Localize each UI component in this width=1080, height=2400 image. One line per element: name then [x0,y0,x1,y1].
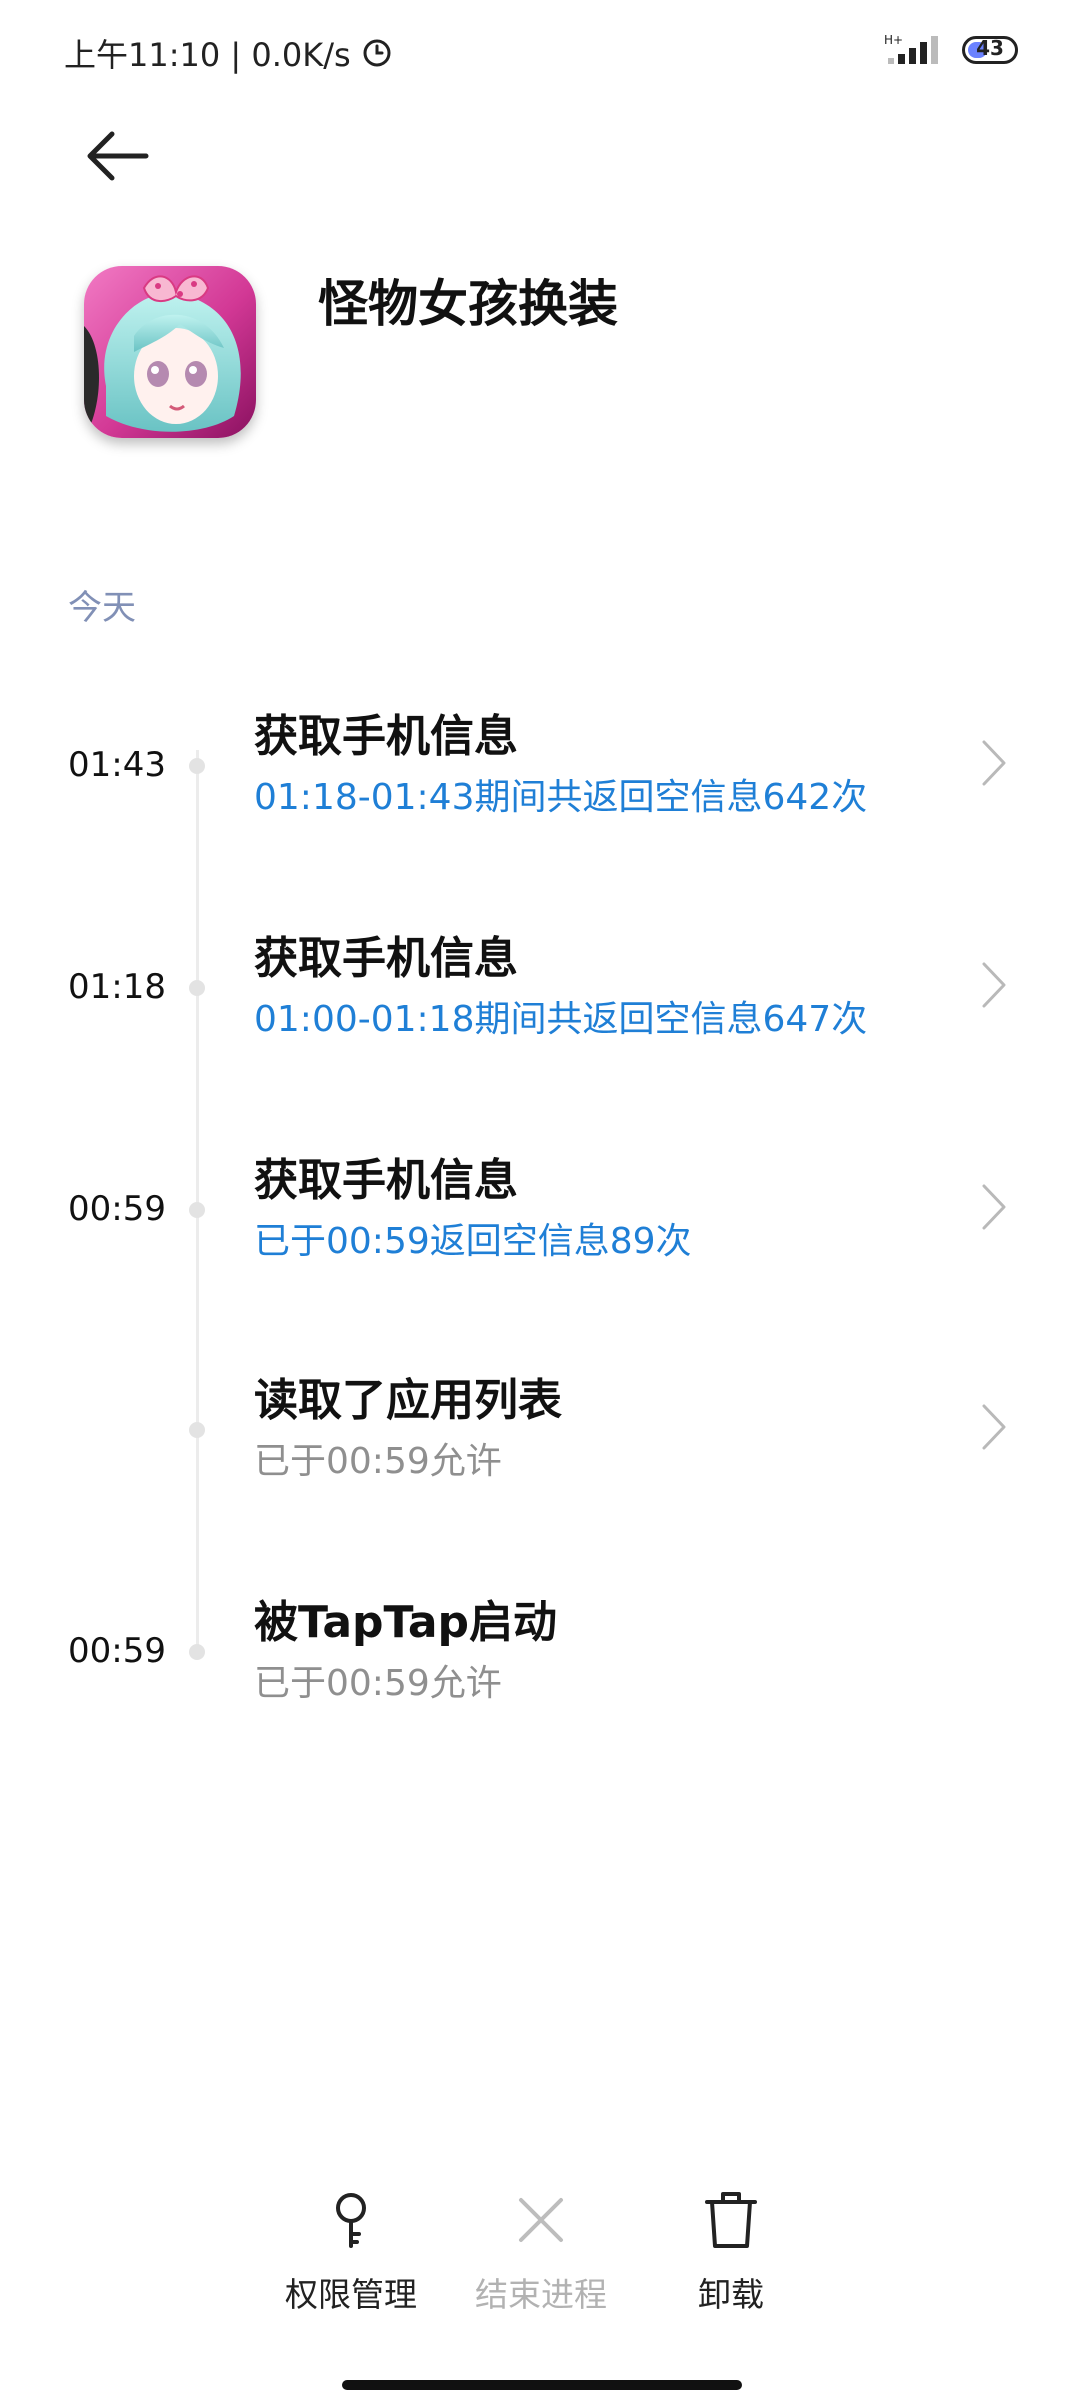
battery-level: 43 [976,36,1004,60]
app-icon [84,266,256,438]
chevron-right-icon [982,740,1006,786]
timeline-title: 获取手机信息 [254,1155,518,1206]
chevron-right-icon [982,962,1006,1008]
permission-management-label: 权限管理 [285,2275,417,2314]
timeline-dot [189,980,205,996]
timeline-time: 01:43 [68,745,166,785]
timeline-title: 获取手机信息 [254,711,518,762]
timeline-item[interactable]: 读取了应用列表 已于00:59允许 [0,1354,1080,1504]
status-bar: 上午11:10 | 0.0K/s H+ 43 [0,0,1080,110]
chevron-right-icon [982,1184,1006,1230]
alarm-clock-icon [363,39,391,67]
timeline-title: 读取了应用列表 [254,1375,562,1426]
app-name: 怪物女孩换装 [318,275,618,333]
timeline-dot [189,1202,205,1218]
timeline-subtitle: 已于00:59返回空信息89次 [254,1221,692,1262]
timeline-time: 00:59 [68,1631,166,1671]
timeline-title: 获取手机信息 [254,933,518,984]
timeline-subtitle: 已于00:59允许 [254,1663,502,1704]
trash-icon [705,2192,757,2248]
home-indicator[interactable] [342,2380,742,2390]
permission-management-button[interactable]: 权限管理 [266,2190,436,2340]
network-type-label: H+ [884,33,903,47]
bottom-action-bar: 权限管理 结束进程 卸载 [0,2190,1080,2340]
timeline-dot [189,1644,205,1660]
back-arrow-icon[interactable] [82,126,152,186]
chevron-right-icon [982,1404,1006,1450]
anime-girl-app-icon [84,266,256,438]
battery-icon: 43 [962,36,1018,64]
timeline-subtitle: 01:00-01:18期间共返回空信息647次 [254,999,868,1040]
timeline-time: 01:18 [68,967,166,1007]
key-icon [336,2193,366,2248]
end-process-button[interactable]: 结束进程 [456,2190,626,2340]
timeline-item[interactable]: 00:59 获取手机信息 已于00:59返回空信息89次 [0,1134,1080,1284]
timeline-title: 被TapTap启动 [254,1597,558,1648]
timeline-time: 00:59 [68,1189,166,1229]
status-time-speed: 上午11:10 | 0.0K/s [64,36,351,74]
timeline-dot [189,758,205,774]
close-icon [519,2198,563,2242]
section-label-today: 今天 [68,588,136,628]
timeline-item: 00:59 被TapTap启动 已于00:59允许 [0,1576,1080,1726]
timeline-item[interactable]: 01:43 获取手机信息 01:18-01:43期间共返回空信息642次 [0,690,1080,840]
status-left: 上午11:10 | 0.0K/s [64,30,393,76]
timeline-dot [189,1422,205,1438]
app-behavior-record-page: 上午11:10 | 0.0K/s H+ 43 怪物女孩换装 今天 01:43 获… [0,0,1080,2400]
uninstall-button[interactable]: 卸载 [646,2190,816,2340]
end-process-label: 结束进程 [475,2275,607,2314]
timeline-item[interactable]: 01:18 获取手机信息 01:00-01:18期间共返回空信息647次 [0,912,1080,1062]
uninstall-label: 卸载 [698,2275,764,2314]
timeline-subtitle: 已于00:59允许 [254,1441,502,1482]
timeline-subtitle: 01:18-01:43期间共返回空信息642次 [254,777,868,818]
status-right: H+ 43 [884,32,1018,68]
signal-icon: H+ [884,33,938,64]
